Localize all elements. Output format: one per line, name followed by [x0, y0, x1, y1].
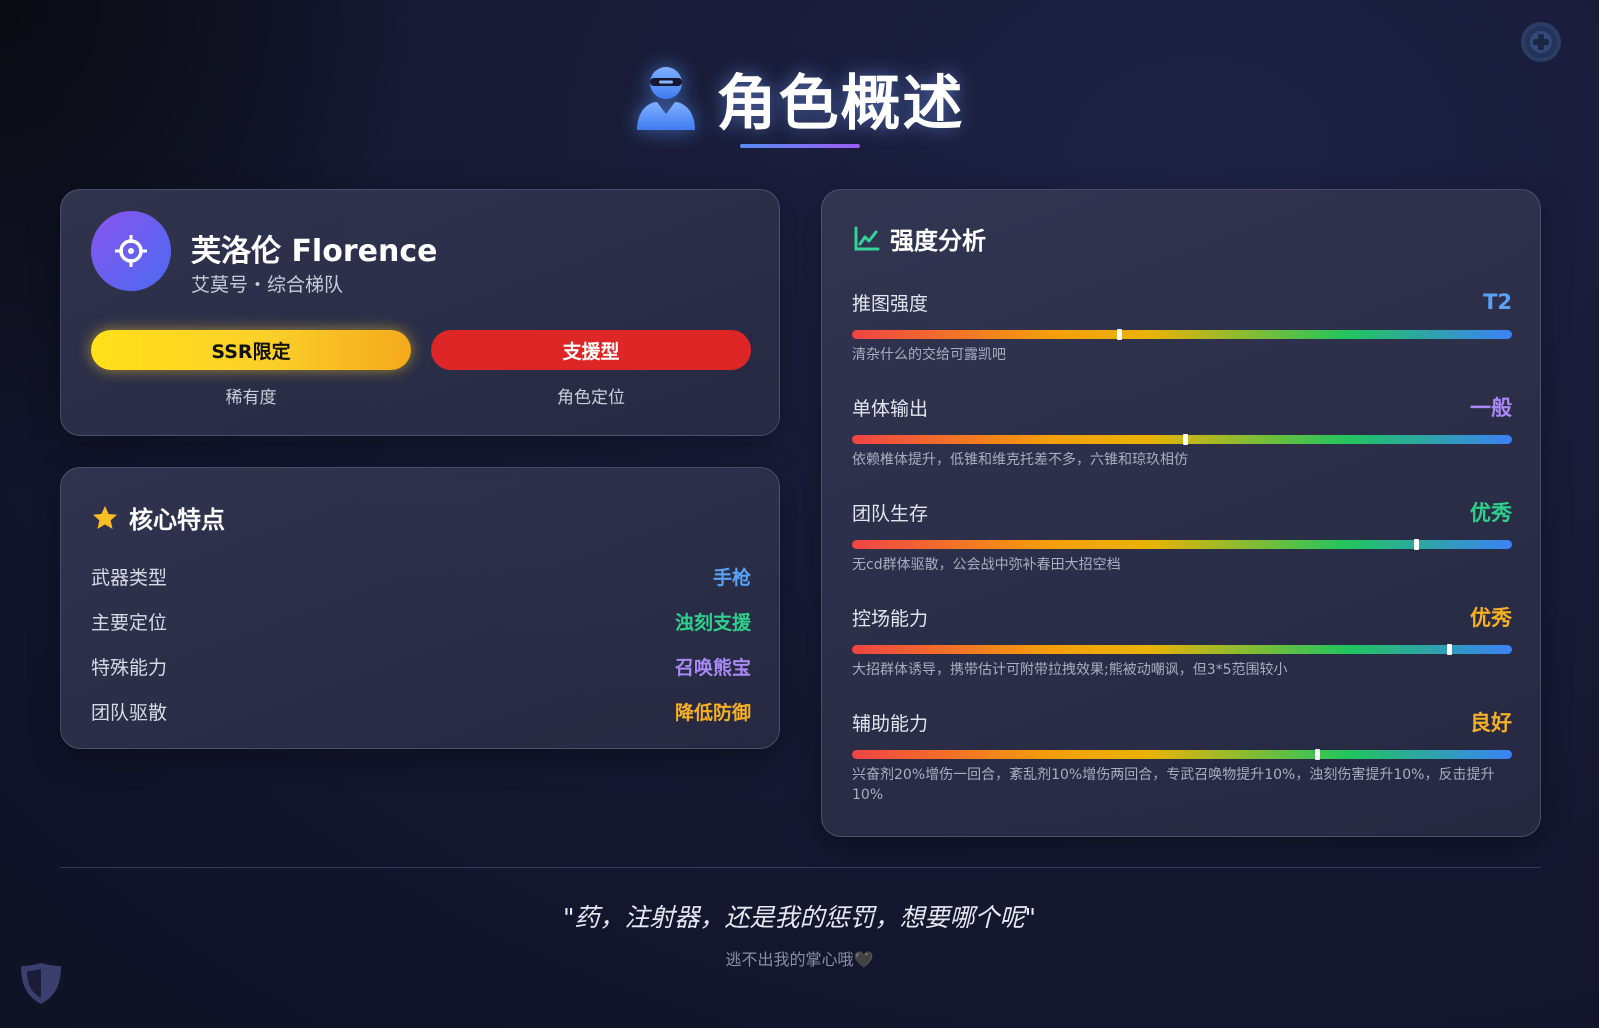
stat-marker: [1117, 329, 1123, 340]
core-features-card: 核心特点 武器类型 手枪 主要定位 浊刻支援 特殊能力 召唤熊宝 团队驱散 降低…: [60, 467, 780, 749]
stat-name: 控场能力: [852, 607, 929, 630]
title-underline: [740, 144, 860, 148]
stat-grade: 优秀: [1470, 501, 1512, 525]
core-row-value: 召唤熊宝: [674, 657, 751, 679]
stat-marker: [1447, 644, 1453, 655]
crosshair-icon: [115, 235, 147, 267]
stat-single-target: 单体输出 一般 依赖椎体提升，低锥和维克托差不多，六锥和琼玖相仿: [852, 392, 1512, 470]
stat-grade: T2: [1483, 290, 1512, 314]
core-row-value: 浊刻支援: [674, 612, 751, 634]
character-subtitle: 艾莫号・综合梯队: [191, 274, 344, 296]
stat-bar: [852, 434, 1512, 445]
stat-marker: [1315, 749, 1321, 760]
avatar: [91, 211, 171, 291]
stat-name: 推图强度: [852, 292, 929, 315]
quote-subtitle: 逃不出我的掌心哦🖤: [725, 950, 874, 969]
stat-name: 团队生存: [852, 502, 929, 525]
user-ninja-icon: [636, 66, 695, 130]
stat-name: 单体输出: [852, 397, 929, 420]
stat-bar: [852, 644, 1512, 655]
core-features-header: 核心特点: [91, 500, 225, 535]
stat-note: 依赖椎体提升，低锥和维克托差不多，六锥和琼玖相仿: [852, 452, 1188, 468]
role-label: 角色定位: [557, 388, 625, 408]
stat-note: 兴奋剂20%增伤一回合，紊乱剂10%增伤两回合，专武召唤物提升10%，浊刻伤害提…: [852, 767, 1495, 803]
stat-grade: 一般: [1470, 396, 1512, 420]
star-icon: [93, 505, 117, 529]
rarity-label: 稀有度: [225, 388, 277, 408]
shield-icon: [21, 963, 61, 1004]
core-features-title: 核心特点: [129, 506, 225, 534]
strength-analysis-title: 强度分析: [890, 227, 986, 255]
strength-analysis-header: 强度分析: [852, 221, 986, 256]
stat-support: 辅助能力 良好 兴奋剂20%增伤一回合，紊乱剂10%增伤两回合，专武召唤物提升1…: [852, 707, 1512, 805]
stat-marker: [1414, 539, 1420, 550]
stat-team-survival: 团队生存 优秀 无cd群体驱散，公会战中弥补春田大招空档: [852, 497, 1512, 575]
stat-bar: [852, 539, 1512, 550]
stat-crowd-control: 控场能力 优秀 大招群体诱导，携带估计可附带拉拽效果;熊被动嘲讽，但3*5范围较…: [852, 602, 1512, 680]
footer-divider: [60, 867, 1541, 868]
core-row-key: 主要定位: [91, 612, 168, 634]
stat-grade: 良好: [1470, 711, 1512, 735]
role-badge: 支援型: [431, 330, 751, 370]
stat-name: 辅助能力: [852, 712, 929, 735]
stat-marker: [1183, 434, 1189, 445]
character-name: 芙洛伦 Florence: [191, 234, 438, 269]
core-features-list: 武器类型 手枪 主要定位 浊刻支援 特殊能力 召唤熊宝 团队驱散 降低防御: [91, 554, 751, 734]
core-row-dispel: 团队驱散 降低防御: [91, 689, 751, 734]
strength-analysis-card: 强度分析 推图强度 T2 清杂什么的交给可露凯吧 单体输出 一般 依赖椎体提升，…: [821, 189, 1541, 837]
core-row-value: 手枪: [712, 567, 751, 589]
stat-note: 大招群体诱导，携带估计可附带拉拽效果;熊被动嘲讽，但3*5范围较小: [852, 662, 1288, 678]
core-row-key: 武器类型: [91, 567, 168, 589]
stat-note: 无cd群体驱散，公会战中弥补春田大招空档: [852, 557, 1121, 573]
core-row-key: 团队驱散: [91, 702, 168, 724]
stat-bar: [852, 749, 1512, 760]
stat-push: 推图强度 T2 清杂什么的交给可露凯吧: [852, 287, 1512, 365]
chart-line-icon: [854, 226, 880, 250]
core-row-ability: 特殊能力 召唤熊宝: [91, 644, 751, 689]
rarity-badge: SSR限定: [91, 330, 411, 370]
core-row-position: 主要定位 浊刻支援: [91, 599, 751, 644]
stat-grade: 优秀: [1470, 606, 1512, 630]
page-title: 角色概述: [716, 69, 965, 139]
profile-card: 芙洛伦 Florence 艾莫号・综合梯队 SSR限定 支援型 稀有度 角色定位: [60, 189, 780, 436]
stat-note: 清杂什么的交给可露凯吧: [852, 347, 1006, 363]
stat-bar: [852, 329, 1512, 340]
character-quote: "药，注射器，还是我的惩罚，想要哪个呢": [563, 903, 1036, 932]
core-row-weapon: 武器类型 手枪: [91, 554, 751, 599]
core-row-value: 降低防御: [674, 702, 751, 724]
page-header: 角色概述: [0, 55, 1599, 142]
core-row-key: 特殊能力: [91, 657, 168, 679]
